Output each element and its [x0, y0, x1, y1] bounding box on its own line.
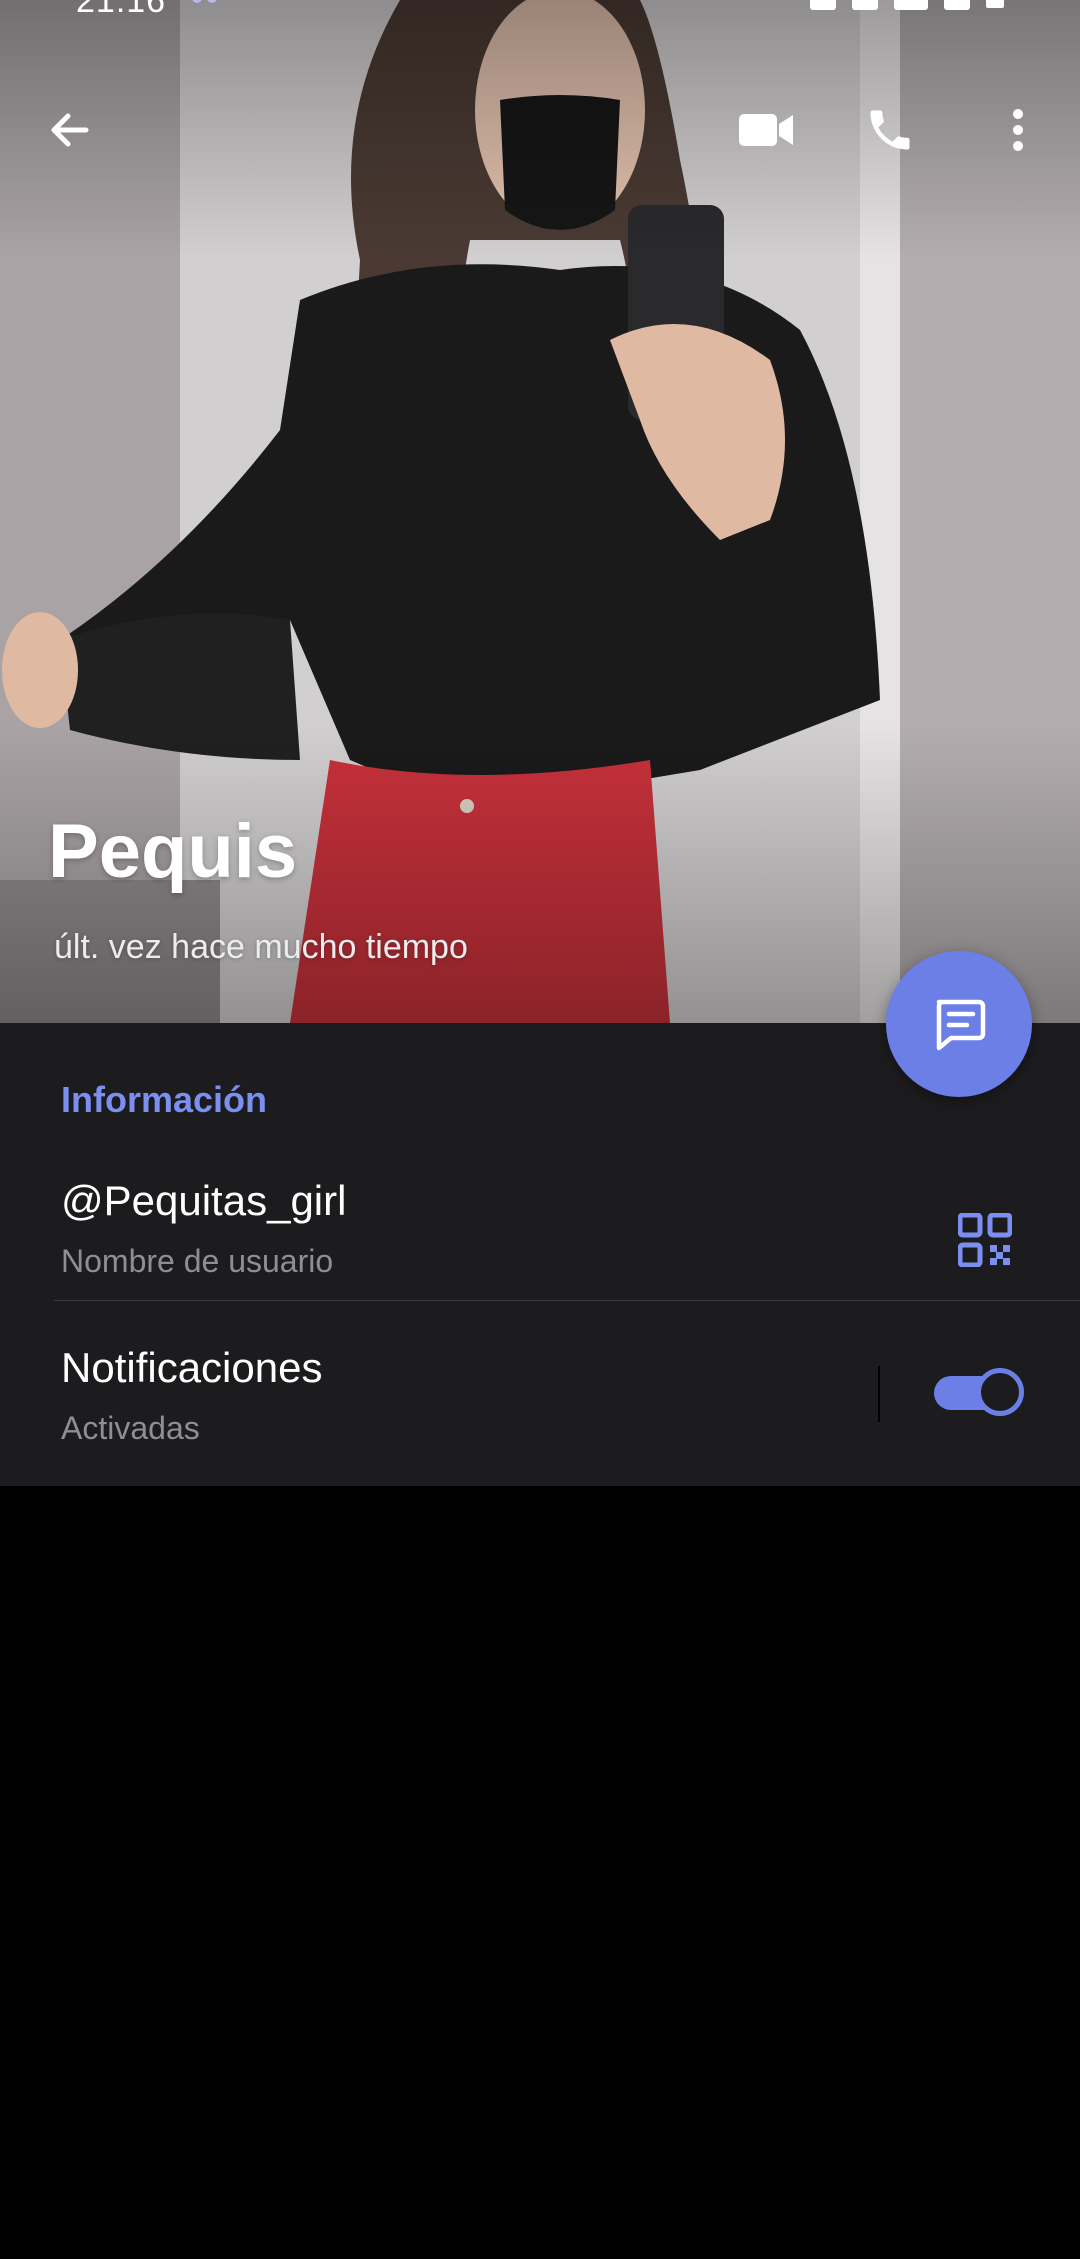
- last-seen-status: últ. vez hace mucho tiempo: [54, 928, 468, 966]
- lte-icon: [894, 0, 928, 10]
- vertical-dots-icon: [1013, 109, 1023, 151]
- signal-icon: [944, 0, 970, 10]
- app-notification-icon: [810, 0, 836, 10]
- phone-icon: [870, 110, 910, 150]
- status-bar: 21:16: [0, 0, 1080, 20]
- send-message-button[interactable]: [886, 951, 1032, 1097]
- arrow-left-icon: [51, 113, 89, 147]
- battery-icon: [986, 0, 1004, 8]
- qr-code-icon: [958, 1213, 1012, 1267]
- video-camera-icon: [739, 114, 793, 146]
- vertical-separator: [878, 1366, 880, 1422]
- profile-name: Pequis: [48, 809, 298, 894]
- section-title-info: Información: [61, 1079, 268, 1120]
- back-button[interactable]: [20, 80, 120, 180]
- more-options-button[interactable]: [968, 80, 1068, 180]
- notifications-row[interactable]: Notificaciones Activadas: [0, 1300, 1080, 1486]
- username-caption: Nombre de usuario: [61, 1243, 334, 1279]
- username-row[interactable]: @Pequitas_girl Nombre de usuario: [0, 1143, 1080, 1319]
- username-value: @Pequitas_girl: [61, 1177, 347, 1224]
- status-icons: [810, 0, 1004, 14]
- dots-icon: [192, 0, 217, 3]
- toggle-knob: [976, 1368, 1024, 1416]
- notifications-title: Notificaciones: [61, 1344, 323, 1391]
- data-transfer-icon: [852, 0, 878, 10]
- status-time: 21:16: [76, 0, 167, 20]
- profile-screen: 21:16 Pequis últ. vez hace mucho tiempo …: [0, 0, 1080, 2259]
- voice-call-button[interactable]: [840, 80, 940, 180]
- notifications-toggle[interactable]: [934, 1366, 1026, 1418]
- video-call-button[interactable]: [716, 80, 816, 180]
- top-app-bar: [0, 80, 1080, 180]
- message-icon: [936, 999, 986, 1051]
- qr-code-button[interactable]: [930, 1185, 1040, 1295]
- notifications-caption: Activadas: [61, 1410, 200, 1446]
